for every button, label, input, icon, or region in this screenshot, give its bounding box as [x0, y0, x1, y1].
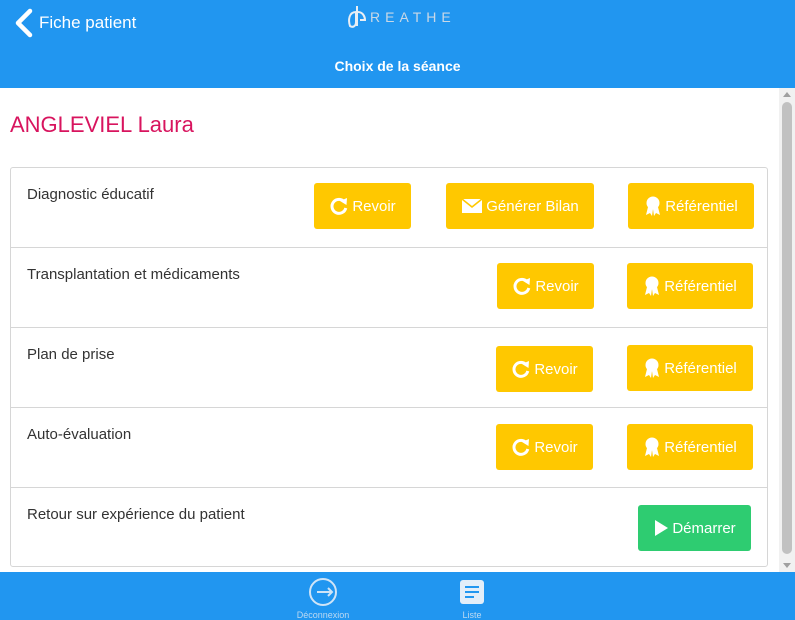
- tab-logout-label: Déconnexion: [296, 610, 350, 620]
- session-row-transplantation: Transplantation et médicaments Revoir Ré…: [11, 248, 767, 328]
- referential-button[interactable]: Référentiel: [628, 183, 754, 229]
- referential-button-label: Référentiel: [664, 438, 737, 456]
- session-row-diagnostic: Diagnostic éducatif Revoir Générer Bilan: [11, 168, 767, 248]
- award-icon: [645, 276, 660, 296]
- tab-logout[interactable]: Déconnexion: [283, 572, 363, 620]
- chevron-left-icon: [15, 8, 33, 38]
- review-button[interactable]: Revoir: [496, 424, 593, 470]
- session-label: Auto-évaluation: [27, 426, 132, 443]
- start-button[interactable]: Démarrer: [638, 505, 751, 551]
- refresh-icon: [512, 438, 530, 456]
- refresh-icon: [512, 360, 530, 378]
- review-button[interactable]: Revoir: [496, 346, 593, 392]
- refresh-icon: [330, 197, 348, 215]
- referential-button[interactable]: Référentiel: [627, 345, 753, 391]
- review-button-label: Revoir: [534, 360, 578, 378]
- scroll-up-arrow-icon[interactable]: [783, 92, 791, 97]
- page-title: Choix de la séance: [334, 58, 461, 74]
- logo-text: REATHE: [370, 9, 456, 25]
- award-icon: [645, 358, 660, 378]
- generate-report-button-label: Générer Bilan: [486, 197, 579, 215]
- session-row-self-evaluation: Auto-évaluation Revoir Référentiel: [11, 408, 767, 488]
- session-label: Plan de prise: [27, 346, 115, 363]
- back-button[interactable]: Fiche patient: [14, 8, 136, 38]
- play-icon: [655, 520, 669, 536]
- generate-report-button[interactable]: Générer Bilan: [446, 183, 594, 229]
- session-label: Transplantation et médicaments: [27, 266, 240, 283]
- app-logo: REATHE: [346, 4, 456, 30]
- session-row-plan: Plan de prise Revoir Référentiel: [11, 328, 767, 408]
- tab-list-label: Liste: [462, 610, 482, 620]
- lungs-logo-icon: [348, 6, 367, 28]
- referential-button-label: Référentiel: [664, 277, 737, 295]
- referential-button[interactable]: Référentiel: [627, 263, 753, 309]
- award-icon: [646, 196, 661, 216]
- back-button-label: Fiche patient: [39, 13, 137, 32]
- scrollbar-thumb[interactable]: [782, 102, 792, 554]
- review-button-label: Revoir: [352, 197, 396, 215]
- referential-button-label: Référentiel: [664, 359, 737, 377]
- review-button[interactable]: Revoir: [497, 263, 594, 309]
- review-button[interactable]: Revoir: [314, 183, 411, 229]
- vertical-scrollbar[interactable]: [779, 88, 795, 572]
- referential-button-label: Référentiel: [665, 197, 738, 215]
- list-icon: [460, 580, 484, 604]
- session-label: Retour sur expérience du patient: [27, 506, 245, 523]
- tab-list[interactable]: Liste: [432, 572, 512, 620]
- award-icon: [645, 437, 660, 457]
- referential-button[interactable]: Référentiel: [627, 424, 753, 470]
- session-label: Diagnostic éducatif: [27, 186, 154, 203]
- refresh-icon: [513, 277, 531, 295]
- scroll-down-arrow-icon[interactable]: [783, 563, 791, 568]
- top-bar: Fiche patient REATHE Choix de la séance: [0, 0, 795, 88]
- patient-name: ANGLEVIEL Laura: [10, 112, 194, 137]
- logout-icon: [309, 578, 337, 606]
- start-button-label: Démarrer: [672, 519, 736, 537]
- session-list: Diagnostic éducatif Revoir Générer Bilan: [10, 167, 768, 567]
- session-row-feedback: Retour sur expérience du patient Démarre…: [11, 488, 767, 566]
- review-button-label: Revoir: [534, 438, 578, 456]
- envelope-icon: [461, 198, 483, 213]
- session-choice-panel: ANGLEVIEL Laura Diagnostic éducatif Revo…: [0, 88, 779, 572]
- review-button-label: Revoir: [535, 277, 579, 295]
- bottom-tab-bar: Déconnexion Liste: [0, 572, 795, 620]
